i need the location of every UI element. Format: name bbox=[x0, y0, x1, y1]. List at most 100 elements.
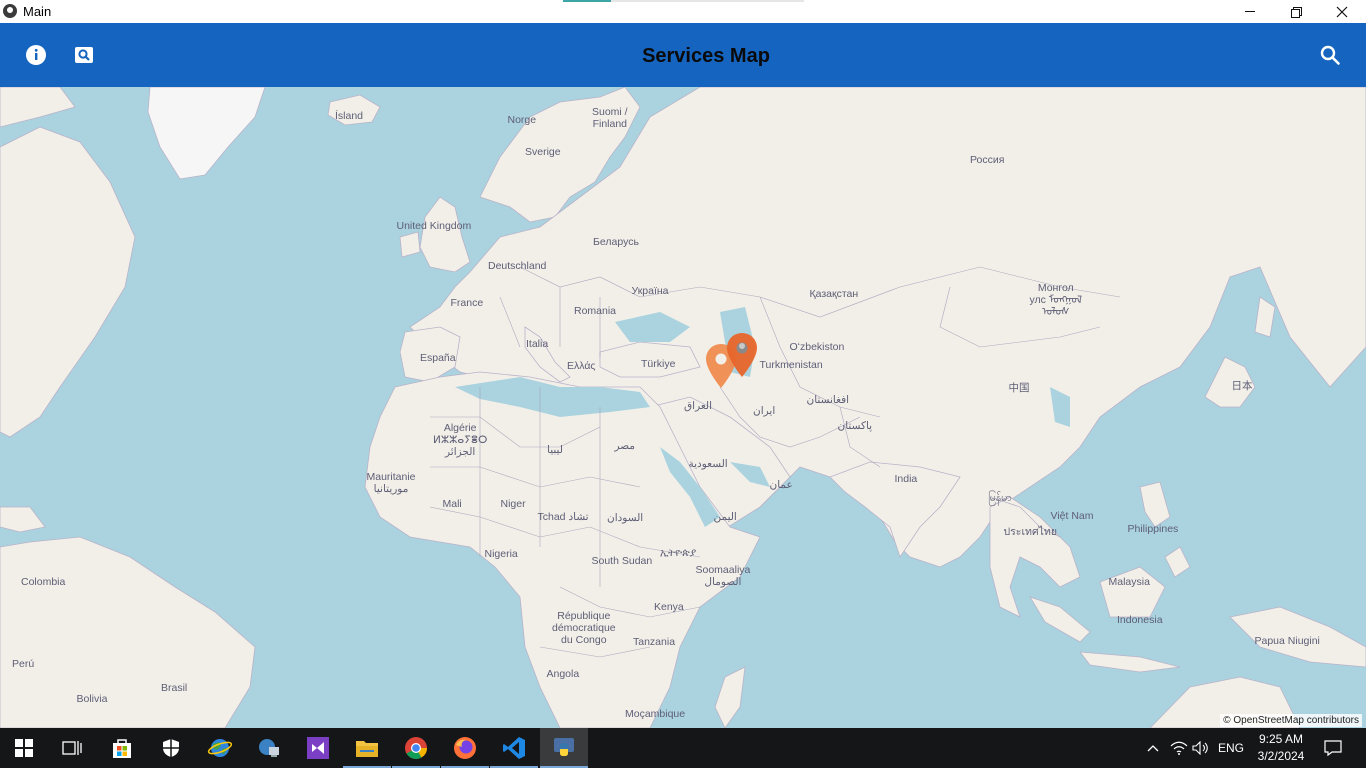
ie-button[interactable] bbox=[196, 728, 244, 768]
map-label: Қазақстан bbox=[809, 288, 859, 300]
taskbar-clock[interactable]: 9:25 AM 3/2/2024 bbox=[1252, 731, 1310, 765]
map-label: Perú bbox=[12, 658, 35, 670]
map-label: السعودية bbox=[688, 458, 728, 470]
visual-studio-icon bbox=[307, 737, 329, 759]
start-button[interactable] bbox=[0, 728, 48, 768]
map-view[interactable]: Ísland Norge Suomi / Finland Sverige Россия U… bbox=[0, 87, 1366, 728]
folder-icon bbox=[356, 741, 378, 757]
titlebar-accent-track bbox=[611, 0, 804, 2]
restore-icon bbox=[1291, 6, 1302, 18]
map-label: Sverige bbox=[525, 146, 561, 158]
chrome-icon bbox=[405, 737, 427, 759]
map-label: Papua Niugini bbox=[1254, 635, 1320, 647]
visual-studio-button[interactable] bbox=[294, 728, 342, 768]
map-label: اليمن bbox=[713, 511, 737, 523]
python-icon bbox=[554, 738, 574, 756]
search-button[interactable] bbox=[1318, 43, 1342, 67]
action-center-button[interactable] bbox=[1318, 728, 1348, 768]
language-indicator[interactable]: ENG bbox=[1216, 728, 1246, 768]
map-label: République démocratique du Congo bbox=[552, 610, 616, 646]
restore-button[interactable] bbox=[1273, 0, 1319, 23]
security-button[interactable] bbox=[147, 728, 195, 768]
map-label: España bbox=[420, 352, 456, 364]
map-label: Беларусь bbox=[593, 236, 639, 248]
map-label: 日本 bbox=[1231, 380, 1253, 392]
close-button[interactable] bbox=[1319, 0, 1365, 23]
map-label: India bbox=[894, 473, 918, 485]
map-label: France bbox=[450, 297, 484, 309]
minimize-button[interactable] bbox=[1227, 0, 1273, 23]
map-label: Indonesia bbox=[1117, 614, 1163, 626]
network-tray-button[interactable] bbox=[1168, 728, 1190, 768]
windows-icon bbox=[15, 739, 33, 757]
task-view-button[interactable] bbox=[48, 728, 96, 768]
tray-overflow-button[interactable] bbox=[1143, 728, 1163, 768]
network-icon bbox=[259, 739, 279, 757]
map-label: ประเทศไทย bbox=[1003, 526, 1057, 538]
file-explorer-button[interactable] bbox=[343, 728, 391, 768]
map-label: Россия bbox=[970, 154, 1005, 166]
map-label: Mali bbox=[442, 498, 462, 510]
minimize-icon bbox=[1245, 11, 1255, 12]
map-tiles bbox=[0, 87, 1366, 728]
chevron-up-icon bbox=[1147, 745, 1159, 752]
app-icon bbox=[3, 4, 17, 18]
map-attribution[interactable]: © OpenStreetMap contributors bbox=[1220, 714, 1362, 727]
shield-icon bbox=[163, 739, 179, 757]
map-label: Ελλάς bbox=[567, 360, 596, 372]
map-label: Angola bbox=[546, 668, 580, 680]
app-bar: Services Map bbox=[0, 23, 1366, 87]
firefox-button[interactable] bbox=[441, 728, 489, 768]
speaker-icon bbox=[1192, 741, 1208, 755]
map-label: Deutschland bbox=[488, 260, 547, 272]
map-label: Nigeria bbox=[484, 548, 518, 560]
map-label: Colombia bbox=[21, 576, 66, 588]
map-label: Tanzania bbox=[633, 636, 676, 648]
map-label: Mauritanie موريتانيا bbox=[366, 471, 416, 495]
wifi-icon bbox=[1170, 741, 1188, 755]
map-label: ایران bbox=[753, 405, 776, 417]
map-label: Brasil bbox=[161, 682, 188, 694]
notification-icon bbox=[1324, 740, 1342, 757]
map-label: Türkiye bbox=[641, 358, 676, 370]
map-label: South Sudan bbox=[591, 555, 653, 567]
map-label: پاکستان bbox=[837, 420, 873, 432]
map-pin-icon bbox=[727, 333, 757, 377]
window-title: Main bbox=[23, 4, 52, 19]
map-label: Ísland bbox=[335, 110, 364, 122]
map-label: Suomi / Finland bbox=[592, 106, 628, 130]
map-label: مصر bbox=[614, 440, 636, 452]
store-button[interactable] bbox=[98, 728, 146, 768]
titlebar-accent bbox=[563, 0, 611, 2]
chrome-button[interactable] bbox=[392, 728, 440, 768]
clock-date: 3/2/2024 bbox=[1257, 749, 1305, 763]
window-titlebar: Main bbox=[0, 0, 1366, 23]
vscode-button[interactable] bbox=[490, 728, 538, 768]
map-label: Romania bbox=[574, 305, 617, 317]
close-icon bbox=[1336, 6, 1348, 17]
task-view-icon bbox=[62, 741, 82, 755]
python-button[interactable] bbox=[540, 728, 588, 768]
map-marker-2[interactable] bbox=[725, 331, 759, 379]
map-label: ليبيا bbox=[547, 444, 563, 456]
taskbar: ENG 9:25 AM 3/2/2024 bbox=[0, 728, 1366, 768]
map-label: Niger bbox=[500, 498, 526, 510]
firefox-icon bbox=[454, 737, 476, 759]
clock-time: 9:25 AM bbox=[1258, 732, 1304, 746]
map-label: Монгол улс ᠮᠤᠩᠭᠤᠯ ᠤᠯᠤᠰ bbox=[1029, 282, 1083, 318]
map-label: Turkmenistan bbox=[759, 359, 823, 371]
map-label: Tchad تشاد bbox=[537, 511, 589, 523]
map-label: Philippines bbox=[1127, 523, 1179, 535]
map-label: Việt Nam bbox=[1050, 510, 1094, 522]
map-label: عمان bbox=[769, 479, 793, 491]
map-label: افغانستان bbox=[806, 394, 850, 406]
map-label: السودان bbox=[607, 512, 644, 524]
volume-tray-button[interactable] bbox=[1190, 728, 1212, 768]
globe-icon bbox=[207, 739, 233, 757]
network-app-button[interactable] bbox=[245, 728, 293, 768]
map-label: Україна bbox=[631, 285, 669, 297]
map-label: မြန်မာ bbox=[988, 492, 1012, 504]
map-label: Moçambique bbox=[625, 708, 686, 720]
map-label: Bolivia bbox=[76, 693, 108, 705]
map-label: العراق bbox=[684, 400, 713, 412]
